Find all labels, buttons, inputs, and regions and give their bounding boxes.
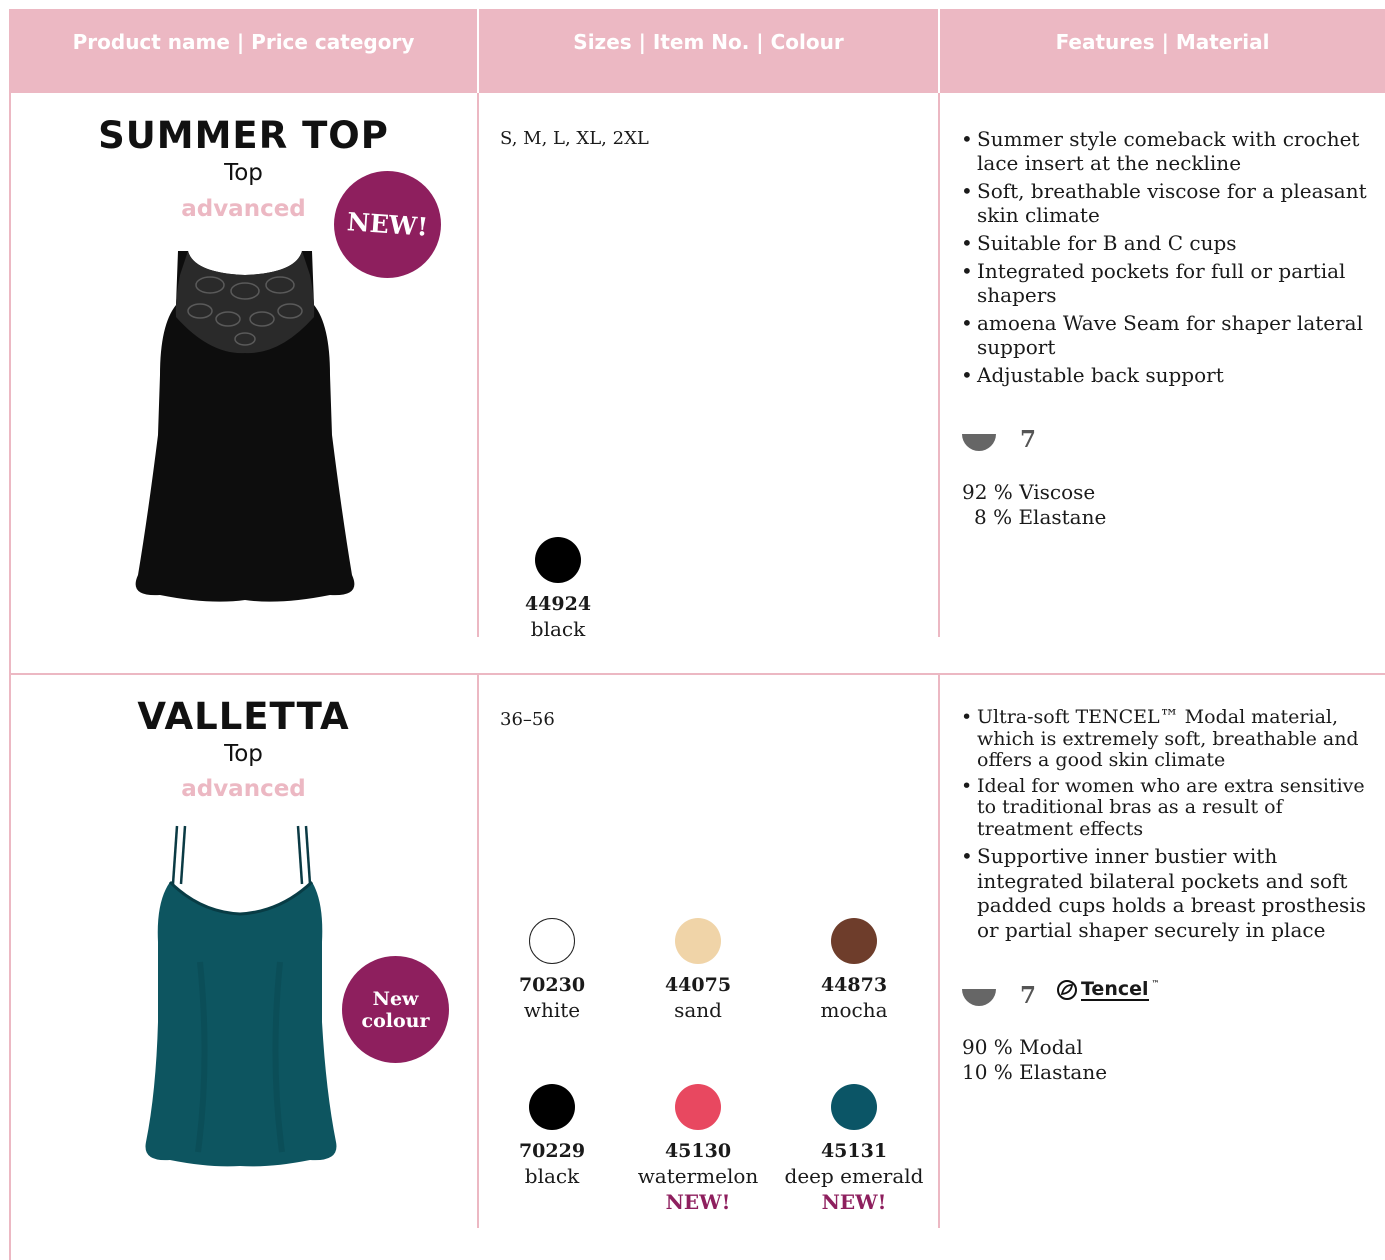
item-number: 44924	[524, 593, 592, 615]
new-badge-label: NEW!	[346, 207, 429, 242]
item-number: 44873	[820, 974, 888, 996]
header-product-name: Product name | Price category	[72, 30, 415, 54]
colour-dot	[675, 918, 721, 964]
colour-dot	[529, 1084, 575, 1130]
colour-name: black	[524, 1164, 580, 1188]
material-composition: 90 % Modal 10 % Elastane	[962, 1035, 1107, 1085]
feature-item: Supportive inner bustier with integrated…	[961, 844, 1373, 942]
colour-dot	[831, 1084, 877, 1130]
tencel-leaf-icon	[1057, 980, 1077, 1000]
tencel-logo: Tencel ™	[1056, 979, 1160, 1001]
colour-name: deep emerald	[784, 1164, 924, 1188]
product-type: Top	[224, 741, 263, 767]
colour-name: watermelon	[637, 1164, 759, 1188]
colour-name: mocha	[820, 998, 888, 1022]
colour-name: sand	[674, 998, 722, 1022]
item-number: 70230	[518, 974, 586, 996]
item-number: 70229	[518, 1140, 586, 1162]
colour-dot	[529, 918, 575, 964]
material-composition: 92 % Viscose 8 % Elastane	[962, 480, 1106, 530]
feature-item: Summer style comeback with crochet lace …	[961, 127, 1371, 175]
item-number: 45131	[820, 1140, 888, 1162]
colour-dot	[831, 918, 877, 964]
material-line: 8 % Elastane	[974, 505, 1107, 529]
material-line: 10 % Elastane	[962, 1060, 1108, 1084]
price-category: advanced	[181, 776, 306, 802]
colour-dot	[675, 1084, 721, 1130]
colour-dot	[535, 537, 581, 583]
shaper-cup-icon	[962, 989, 996, 1006]
row-divider	[9, 673, 1385, 675]
feature-item: Ultra-soft TENCEL™ Modal material, which…	[961, 706, 1373, 772]
colour-swatch: 70229 black	[504, 1084, 600, 1189]
colour-swatch: 45131 deep emerald NEW!	[778, 1084, 930, 1215]
shaper-cup-icon	[962, 434, 996, 451]
new-colour-label: NEW!	[665, 1190, 731, 1214]
header-divider	[938, 9, 940, 93]
left-border	[9, 93, 11, 1260]
tencel-logo-text: Tencel	[1081, 978, 1149, 1001]
feature-item: amoena Wave Seam for shaper lateral supp…	[961, 311, 1371, 359]
feature-item: Soft, breathable viscose for a pleasant …	[961, 179, 1371, 227]
item-number: 45130	[664, 1140, 732, 1162]
new-colour-badge: New colour	[342, 956, 449, 1063]
colour-swatch: 44873 mocha	[796, 918, 912, 1023]
product-name: VALLETTA	[137, 695, 350, 738]
column-divider	[938, 675, 940, 1228]
feature-item: Ideal for women who are extra sensitive …	[961, 775, 1373, 841]
column-divider	[938, 93, 940, 637]
material-line: 90 % Modal	[962, 1035, 1083, 1059]
cup-number: 7	[1020, 426, 1037, 453]
black-lace-camisole-image	[135, 251, 355, 602]
colour-swatch: 44075 sand	[650, 918, 746, 1023]
colour-name: white	[523, 998, 581, 1022]
colour-swatch: 45130 watermelon NEW!	[630, 1084, 766, 1215]
colour-swatch: 70230 white	[504, 918, 600, 1023]
badge-line: New	[372, 987, 419, 1010]
feature-list: Ultra-soft TENCEL™ Modal material, which…	[961, 706, 1373, 942]
material-line: 92 % Viscose	[962, 480, 1096, 504]
feature-list: Summer style comeback with crochet lace …	[961, 127, 1371, 391]
new-colour-label: NEW!	[821, 1190, 887, 1214]
header-features: Features | Material	[1055, 30, 1270, 54]
product-name: SUMMER TOP	[98, 114, 389, 157]
feature-item: Suitable for B and C cups	[961, 231, 1371, 255]
cup-number: 7	[1020, 982, 1037, 1009]
header-divider	[477, 9, 479, 93]
feature-item: Adjustable back support	[961, 363, 1371, 387]
size-range: S, M, L, XL, 2XL	[500, 128, 649, 149]
teal-strappy-camisole-image	[145, 825, 337, 1167]
colour-name: black	[530, 617, 586, 641]
colour-swatch: 44924 black	[510, 537, 606, 642]
feature-item: Integrated pockets for full or partial s…	[961, 259, 1371, 307]
item-number: 44075	[664, 974, 732, 996]
tencel-trademark: ™	[1151, 979, 1160, 988]
header-sizes: Sizes | Item No. | Colour	[573, 30, 844, 54]
size-range: 36–56	[500, 709, 555, 730]
badge-line: colour	[361, 1009, 430, 1032]
